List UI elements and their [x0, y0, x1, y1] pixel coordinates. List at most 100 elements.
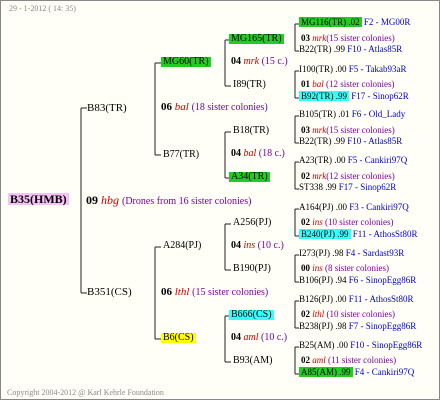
gen3-num: 02 [301, 355, 310, 365]
gen3-note: (10 sister colonies) [325, 217, 394, 227]
gen2-code: ins [243, 240, 256, 251]
gen3-queen-label: B18(TR) [233, 125, 270, 136]
gen4-row: B126(PJ) .00 F11 - AthosSt80R [299, 295, 413, 304]
gen2-num: 04 [231, 56, 241, 67]
gen2-note: (18 c.) [258, 148, 285, 159]
gen2-note: (10 c.) [261, 332, 288, 343]
gen4-name: A23(TR) .00 [299, 155, 346, 165]
gen4-id: F4 - Cankiri97Q [352, 367, 415, 377]
gen4-row: B22(TR) .99 F10 - Atlas85R [299, 45, 402, 54]
gen4-id: F10 - Atlas85R [345, 44, 403, 54]
gen4-id: F4 - Sardast93R [343, 248, 405, 258]
gen3-drone-line: 02 aml (11 sister colonies) [301, 356, 396, 365]
gen4-id: F3 - Cankiri97Q [347, 202, 409, 212]
gen3-note: (12 sister colonies) [326, 79, 395, 89]
gen2-queen-label: B6(CS) [161, 332, 196, 343]
gen3-code: ins [312, 217, 323, 227]
gen3-num: 00 [301, 263, 310, 273]
gen3-num: 02 [301, 309, 310, 319]
gen4-name: B238(PJ) .98 [299, 321, 347, 331]
gen4-name: MG116(TR) .02 [299, 17, 362, 27]
gen4-row: A164(PJ) .00 F3 - Cankiri97Q [299, 203, 409, 212]
gen3-num: 03 [301, 125, 310, 135]
gen3-queen-label: MG165(TR) [229, 33, 284, 44]
gen3-drone-line: 03 mrk(15 sister colonies) [301, 34, 395, 43]
gen4-row: B105(TR) .01 F6 - Old_Lady [299, 110, 405, 119]
gen4-name: A164(PJ) .00 [299, 202, 348, 212]
gen2-queen-label: B77(TR) [163, 149, 200, 160]
gen2-num: 04 [231, 240, 241, 251]
gen3-note: (10 sister colonies) [326, 309, 395, 319]
gen3-num: 03 [301, 33, 310, 43]
gen4-row: I100(TR) .00 F5 - Takab93aR [299, 65, 406, 74]
gen4-id: F11 - AthosSt80R [346, 294, 414, 304]
gen4-row: B92(TR) .99 F17 - Sinop62R [299, 91, 409, 101]
gen3-code: aml [312, 355, 326, 365]
gen3-drone-line: 00 ins (8 sister colonies) [301, 264, 389, 273]
gen4-id: F6 - SinopEgg86R [346, 275, 417, 285]
gen4-name: B25(AM) .00 [299, 340, 348, 350]
gen4-id: F5 - Cankiri97Q [345, 155, 408, 165]
gen4-row: A23(TR) .00 F5 - Cankiri97Q [299, 156, 407, 165]
root-queen-label: B35(HMB) [8, 192, 69, 206]
gen2-drone-line: 04 ins (10 c.) [231, 241, 284, 251]
gen3-queen-label: B666(CS) [229, 309, 274, 320]
gen1-note: (18 sister colonies) [191, 102, 268, 113]
gen4-id: F17 - Sinop62R [336, 182, 397, 192]
gen1-num: 06 [161, 286, 172, 298]
gen4-name: B92(TR) .99 [299, 91, 349, 101]
gen1-note: (15 sister colonies) [192, 287, 269, 298]
gen4-name: B126(PJ) .00 [299, 294, 347, 304]
gen4-name: A85(AM) .99 [299, 367, 353, 377]
gen4-row: A85(AM) .99 F4 - Cankiri97Q [299, 367, 415, 377]
gen2-drone-line: 04 mrk (15 c.) [231, 57, 288, 67]
gen3-queen-label: B93(AM) [233, 355, 273, 366]
gen3-drone-line: 02 lthl (10 sister colonies) [301, 310, 395, 319]
gen2-drone-line: 04 aml (10 c.) [231, 333, 287, 343]
gen3-note: (8 sister colonies) [325, 263, 389, 273]
copyright-footer: Copyright 2004-2012 @ Karl Kehrle Founda… [7, 388, 164, 397]
gen3-drone-line: 02 mrk(12 sister colonies) [301, 172, 395, 181]
root-code: hbg [101, 193, 119, 207]
gen4-id: F10 - Atlas85R [345, 136, 403, 146]
gen3-queen-label: I89(TR) [233, 79, 266, 90]
gen4-id: F10 - SinopEgg86R [348, 340, 423, 350]
gen3-code: mrk [312, 125, 327, 135]
gen4-row: B106(PJ) .94 F6 - SinopEgg86R [299, 276, 416, 285]
gen1-queen-label: B83(TR) [87, 102, 127, 114]
gen4-name: I100(TR) .00 [299, 64, 347, 74]
gen1-drone-line: 06 bal (18 sister colonies) [161, 102, 268, 113]
gen4-name: B22(TR) .99 [299, 136, 345, 146]
gen4-id: F6 - Old_Lady [349, 109, 406, 119]
gen3-num: 01 [301, 79, 310, 89]
gen3-num: 02 [301, 171, 310, 181]
gen4-row: I273(PJ) .98 F4 - Sardast93R [299, 249, 404, 258]
gen4-name: B106(PJ) .94 [299, 275, 347, 285]
gen3-queen-label: A256(PJ) [233, 217, 272, 228]
gen1-code: bal [174, 101, 189, 113]
gen2-code: aml [243, 332, 259, 343]
gen4-id: F2 - MG00R [361, 17, 411, 27]
gen1-queen-label: B351(CS) [87, 286, 132, 298]
gen2-note: (10 c.) [257, 240, 284, 251]
gen3-note: (11 sister colonies) [328, 355, 397, 365]
gen4-row: B238(PJ) .98 F7 - SinopEgg86R [299, 322, 416, 331]
gen4-name: B22(TR) .99 [299, 44, 345, 54]
gen4-id: F11 - AthosSt80R [350, 229, 418, 239]
gen2-code: mrk [243, 56, 260, 67]
gen2-code: bal [243, 148, 257, 159]
gen3-note: (15 sister colonies) [326, 33, 395, 43]
gen1-num: 06 [161, 101, 172, 113]
root-num: 09 [86, 193, 98, 207]
gen3-drone-line: 02 ins (10 sister colonies) [301, 218, 394, 227]
gen3-code: mrk [312, 171, 327, 181]
gen4-name: I273(PJ) .98 [299, 248, 344, 258]
gen4-id: F5 - Takab93aR [346, 64, 407, 74]
gen3-code: lthl [312, 309, 325, 319]
gen4-name: B105(TR) .01 [299, 109, 350, 119]
gen4-name: ST338 .99 [299, 182, 337, 192]
gen2-num: 04 [231, 148, 241, 159]
gen3-queen-label: B190(PJ) [233, 263, 271, 274]
gen3-note: (15 sister colonies) [326, 125, 395, 135]
gen1-drone-line: 06 lthl (15 sister colonies) [161, 287, 268, 298]
